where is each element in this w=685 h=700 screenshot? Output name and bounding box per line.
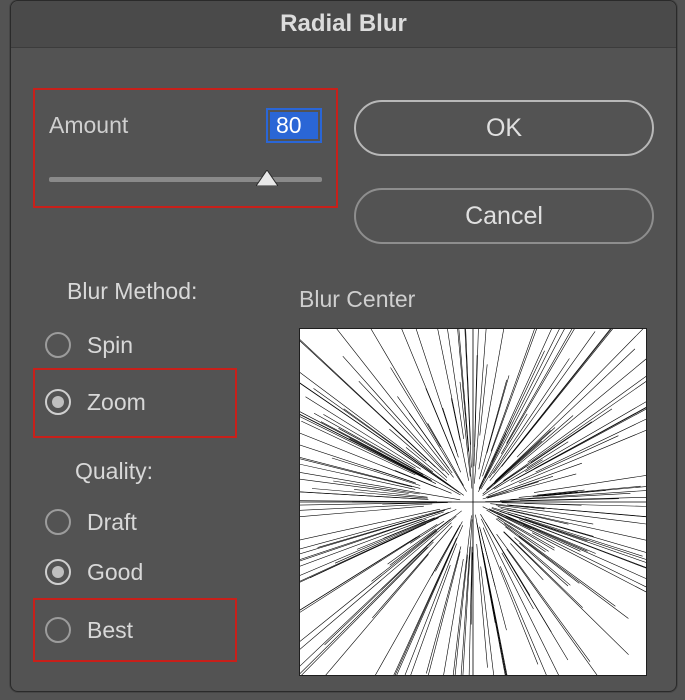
radio-label: Zoom: [87, 389, 146, 416]
amount-group: Amount 80: [33, 88, 338, 208]
radio-icon: [45, 332, 71, 358]
radio-good[interactable]: Good: [45, 550, 245, 594]
slider-thumb[interactable]: [256, 170, 278, 186]
dialog-title: Radial Blur: [11, 1, 676, 48]
radio-icon: [45, 389, 71, 415]
radio-spin[interactable]: Spin: [45, 323, 245, 367]
radio-zoom[interactable]: Zoom: [45, 380, 245, 424]
cancel-button[interactable]: Cancel: [354, 188, 654, 244]
dialog-content: Amount 80 OK Cancel Blur Method: Spin: [11, 48, 676, 692]
zoom-burst-icon: [300, 329, 646, 675]
radio-icon: [45, 509, 71, 535]
blur-center-preview[interactable]: [299, 328, 647, 676]
amount-row: Amount 80: [49, 108, 322, 143]
radio-label: Good: [87, 559, 143, 586]
radio-label: Best: [87, 617, 133, 644]
amount-value[interactable]: 80: [270, 112, 318, 139]
radio-label: Draft: [87, 509, 137, 536]
radio-draft[interactable]: Draft: [45, 500, 245, 544]
blur-method-heading: Blur Method:: [67, 278, 197, 305]
radio-icon: [45, 617, 71, 643]
radio-best[interactable]: Best: [45, 608, 245, 652]
amount-input[interactable]: 80: [266, 108, 322, 143]
blur-center-heading: Blur Center: [299, 286, 415, 313]
amount-slider[interactable]: [49, 171, 322, 189]
quality-heading: Quality:: [75, 458, 153, 485]
amount-label: Amount: [49, 112, 128, 139]
radio-icon: [45, 559, 71, 585]
slider-track[interactable]: [49, 177, 322, 182]
ok-button[interactable]: OK: [354, 100, 654, 156]
radial-blur-dialog: Radial Blur Amount 80 OK Cancel: [10, 0, 677, 692]
radio-label: Spin: [87, 332, 133, 359]
